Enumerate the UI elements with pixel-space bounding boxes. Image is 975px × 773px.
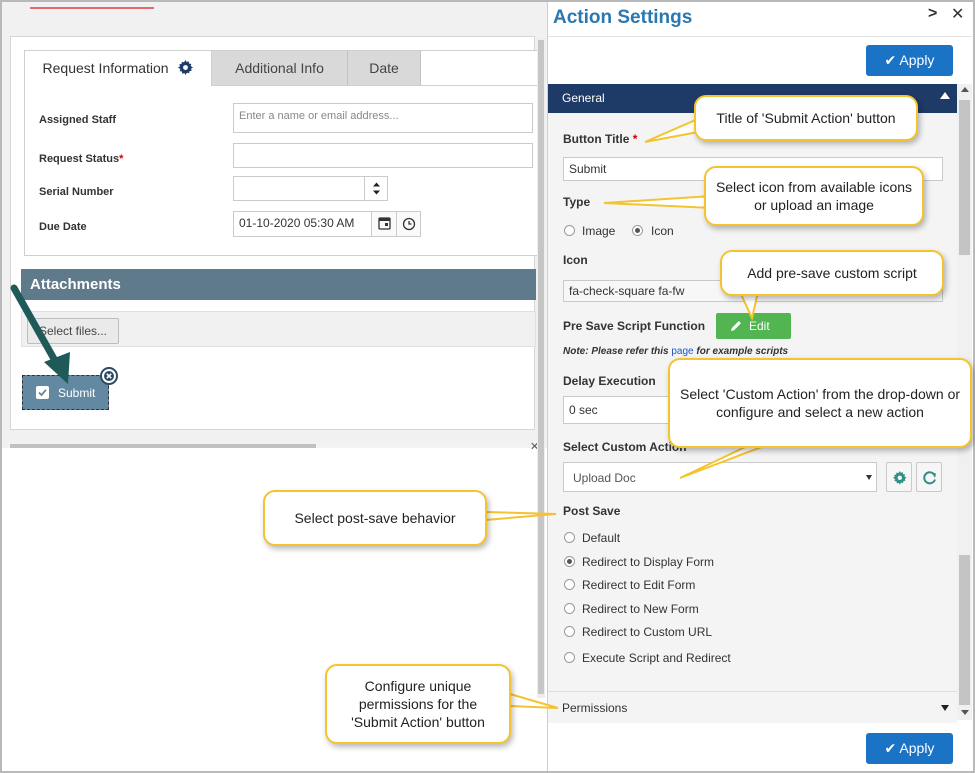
post-save-default-radio[interactable] [564,532,575,543]
post-save-option: Redirect to Edit Form [582,578,696,592]
assigned-staff-placeholder: Enter a name or email address... [239,110,399,122]
date-picker-button[interactable] [371,212,396,236]
callout-button-title: Title of 'Submit Action' button [694,95,918,141]
type-image-radio[interactable] [564,225,575,236]
scroll-down-icon[interactable] [961,710,969,715]
note-suffix: for example scripts [693,346,789,357]
select-files-button[interactable]: Select files... [27,318,119,344]
title-divider [548,36,972,37]
apply-button-bottom[interactable]: ✔ Apply [866,733,953,764]
request-status-text: Request Status [39,153,120,165]
post-save-script-radio[interactable] [564,652,575,663]
time-picker-button[interactable] [396,212,420,236]
tabs-divider [212,85,543,86]
note-prefix: Note: Please refer this [563,346,672,357]
pencil-icon [731,321,741,331]
custom-action-label: Select Custom Action [563,440,687,454]
number-stepper[interactable] [364,177,387,200]
stepper-arrows-icon [373,182,380,195]
post-save-option: Redirect to New Form [582,602,699,616]
request-status-label: Request Status* [39,153,123,165]
button-title-label: Button Title * [563,132,637,146]
edit-script-button[interactable]: Edit [716,313,791,339]
right-scrollbar-thumb-lower[interactable] [959,555,970,705]
clock-icon [402,217,416,231]
check-icon: ✔ [884,52,897,68]
due-date-value: 01-10-2020 05:30 AM [239,216,355,230]
post-save-label: Post Save [563,504,621,518]
icon-label: Icon [563,253,588,267]
permissions-section-header[interactable]: Permissions [548,691,957,723]
apply-button-top[interactable]: ✔ Apply [866,45,953,76]
right-scrollbar-thumb[interactable] [959,100,970,255]
gear-icon [893,471,907,485]
due-date-label: Due Date [39,221,87,233]
post-save-option: Redirect to Display Form [582,555,715,569]
close-icon[interactable]: ✕ [951,4,964,24]
post-save-option: Execute Script and Redirect [582,651,731,665]
close-icon [104,371,114,381]
refresh-icon [923,471,936,485]
required-mark: * [632,132,638,146]
refresh-actions-button[interactable] [916,462,942,492]
delay-execution-label: Delay Execution [563,374,656,388]
left-vertical-scrollbar-thumb[interactable] [538,40,544,694]
assigned-staff-label: Assigned Staff [39,114,117,126]
script-note: Note: Please refer this page for example… [563,346,788,357]
type-icon-label: Icon [651,224,674,238]
required-mark: * [119,153,124,165]
configure-action-button[interactable] [886,462,912,492]
submit-label: Submit [58,386,96,400]
type-icon-radio[interactable] [632,225,643,236]
chevron-right-icon[interactable]: > [928,5,937,23]
type-image-label: Image [582,224,616,238]
custom-action-dropdown[interactable]: Upload Doc [563,462,877,492]
tab-label: Request Information [42,60,169,76]
remove-icon[interactable] [100,367,118,385]
tab-date[interactable]: Date [348,51,421,86]
red-accent-line [30,7,154,9]
caret-up-icon[interactable] [940,92,950,99]
note-page-link[interactable]: page [671,346,693,357]
assigned-staff-input[interactable]: Enter a name or email address... [233,103,533,133]
apply-label: Apply [899,52,935,68]
edit-label: Edit [749,319,770,333]
tab-additional-info[interactable]: Additional Info [212,51,348,86]
callout-post-save: Select post-save behavior [263,490,487,546]
type-label: Type [563,195,591,209]
serial-number-label: Serial Number [39,186,114,198]
callout-pre-save-script: Add pre-save custom script [720,250,944,296]
post-save-option: Redirect to Custom URL [582,625,713,639]
post-save-display-radio[interactable] [564,556,575,567]
button-title-text: Button Title [563,132,630,146]
request-status-input[interactable] [233,143,533,168]
post-save-option: Default [582,531,621,545]
horizontal-scrollbar-thumb[interactable] [10,444,316,448]
post-save-new-radio[interactable] [564,603,575,614]
scroll-up-icon[interactable] [961,87,969,92]
dropdown-arrow-icon [866,475,872,480]
panel-title: Action Settings [553,7,693,28]
apply-label: Apply [899,740,935,756]
pre-save-script-label: Pre Save Script Function [563,319,706,333]
callout-icon: Select icon from available icons or uplo… [704,166,924,226]
check-icon: ✔ [884,740,897,756]
caret-down-icon[interactable] [941,705,949,711]
callout-custom-action: Select 'Custom Action' from the drop-dow… [668,358,972,448]
post-save-url-radio[interactable] [564,626,575,637]
attachments-header: Attachments [21,269,536,300]
gear-icon[interactable] [178,60,194,75]
callout-permissions: Configure unique permissions for the 'Su… [325,664,511,744]
post-save-edit-radio[interactable] [564,579,575,590]
tab-request-information[interactable]: Request Information [25,51,212,86]
calendar-icon [378,217,391,230]
